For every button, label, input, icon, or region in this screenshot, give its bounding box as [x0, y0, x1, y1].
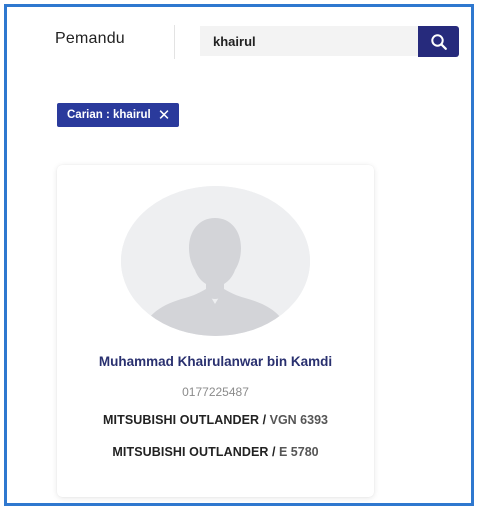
- close-icon[interactable]: ✕: [158, 108, 171, 123]
- search-button[interactable]: [418, 26, 459, 57]
- avatar: [121, 186, 310, 336]
- vehicle-entry: MITSUBISHI OUTLANDER / E 5780: [77, 446, 354, 459]
- person-placeholder-icon: [121, 186, 310, 336]
- vehicle-plate: VGN 6393: [269, 413, 328, 427]
- vehicle-separator: /: [259, 413, 270, 427]
- header-divider: [174, 25, 175, 59]
- driver-name: Muhammad Khairulanwar bin Kamdi: [98, 354, 333, 369]
- app-frame: Pemandu Carian : khairul ✕ Muhammad Khai…: [4, 4, 474, 506]
- driver-card[interactable]: Muhammad Khairulanwar bin Kamdi 01772254…: [57, 165, 374, 497]
- vehicle-plate: E 5780: [278, 445, 319, 459]
- vehicle-model: MITSUBISHI OUTLANDER: [112, 445, 269, 459]
- vehicle-separator: /: [268, 445, 279, 459]
- vehicle-entry: MITSUBISHI OUTLANDER / VGN 6393: [77, 414, 354, 427]
- vehicle-model: MITSUBISHI OUTLANDER: [103, 413, 260, 427]
- search-input[interactable]: [200, 26, 418, 56]
- search-filter-chip: Carian : khairul ✕: [57, 103, 180, 127]
- filter-chip-label: Carian : khairul: [67, 109, 151, 121]
- page-title: Pemandu: [55, 30, 125, 47]
- driver-phone: 0177225487: [182, 385, 249, 399]
- search-icon: [430, 33, 447, 50]
